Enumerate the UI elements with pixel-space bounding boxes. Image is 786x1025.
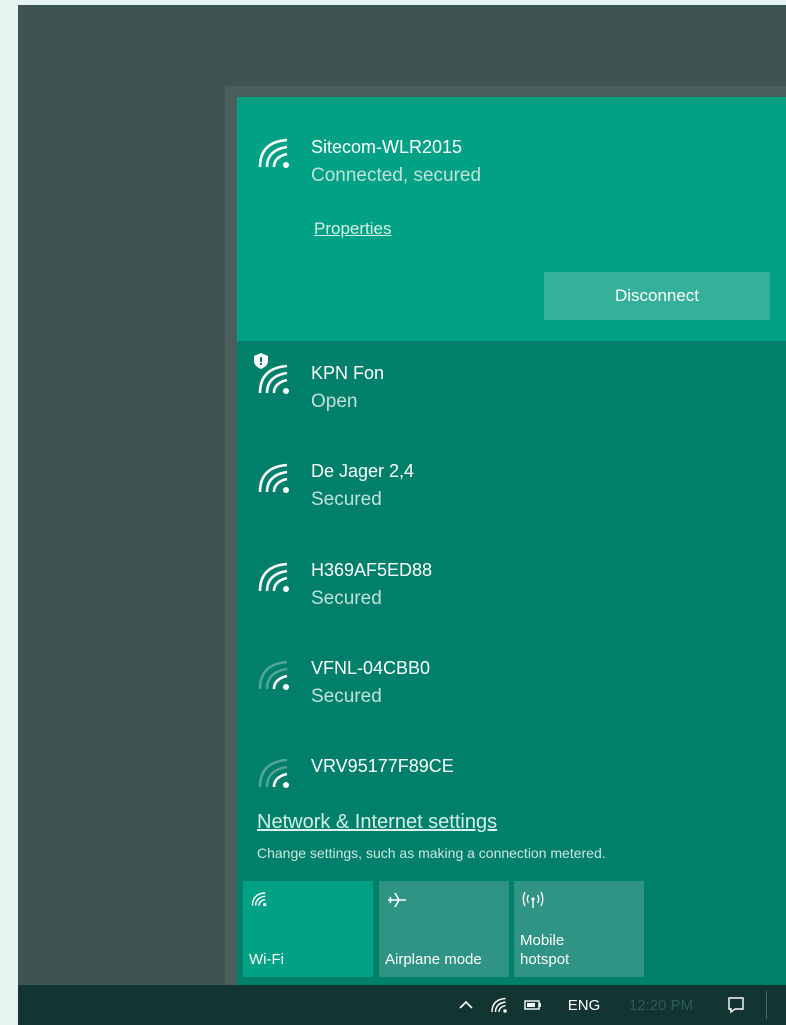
network-status: Secured — [311, 489, 382, 510]
wifi-icon — [258, 562, 289, 592]
airplane-icon — [388, 892, 406, 908]
wifi-toggle-label: Wi-Fi — [249, 951, 284, 968]
connected-network-panel[interactable]: Sitecom-WLR2015 Connected, secured Prope… — [237, 97, 786, 341]
network-flyout: Sitecom-WLR2015 Connected, secured Prope… — [237, 97, 786, 985]
battery-icon[interactable] — [520, 985, 546, 1025]
disconnect-button[interactable]: Disconnect — [544, 272, 770, 320]
network-status: Open — [311, 391, 358, 412]
mobile-hotspot-button[interactable]: Mobile hotspot — [514, 881, 644, 977]
language-indicator[interactable]: ENG — [562, 985, 606, 1025]
action-center-icon[interactable] — [718, 985, 754, 1025]
network-status: Secured — [311, 686, 382, 707]
wifi-weak-icon — [258, 660, 289, 690]
network-name: VFNL-04CBB0 — [311, 658, 431, 678]
wifi-icon — [258, 138, 289, 168]
wifi-toggle-button[interactable]: Wi-Fi — [243, 881, 373, 977]
network-settings-link[interactable]: Network & Internet settings — [257, 811, 497, 834]
show-desktop-divider — [766, 991, 767, 1019]
wifi-icon — [258, 364, 289, 394]
airplane-mode-label: Airplane mode — [385, 951, 482, 968]
chevron-up-icon[interactable] — [453, 985, 479, 1025]
connected-network-status: Connected, secured — [311, 165, 482, 186]
mobile-hotspot-label: Mobile hotspot — [520, 932, 570, 968]
network-name: VRV95177F89CE — [311, 756, 454, 776]
hotspot-icon — [522, 891, 544, 908]
network-name: KPN Fon — [311, 363, 385, 383]
wifi-icon — [251, 892, 267, 907]
network-settings-description: Change settings, such as making a connec… — [257, 845, 606, 861]
network-name: H369AF5ED88 — [311, 560, 433, 580]
wifi-icon[interactable] — [486, 985, 512, 1025]
connected-network-name: Sitecom-WLR2015 — [311, 137, 463, 157]
airplane-mode-button[interactable]: Airplane mode — [379, 881, 509, 977]
wifi-icon — [258, 463, 289, 493]
network-status: Secured — [311, 588, 382, 609]
taskbar: ENG 12:20 PM — [18, 985, 786, 1025]
taskbar-clock[interactable]: 12:20 PM — [616, 985, 706, 1025]
network-name: De Jager 2,4 — [311, 461, 415, 481]
properties-link[interactable]: Properties — [314, 219, 391, 239]
wifi-weak-icon — [258, 758, 289, 788]
